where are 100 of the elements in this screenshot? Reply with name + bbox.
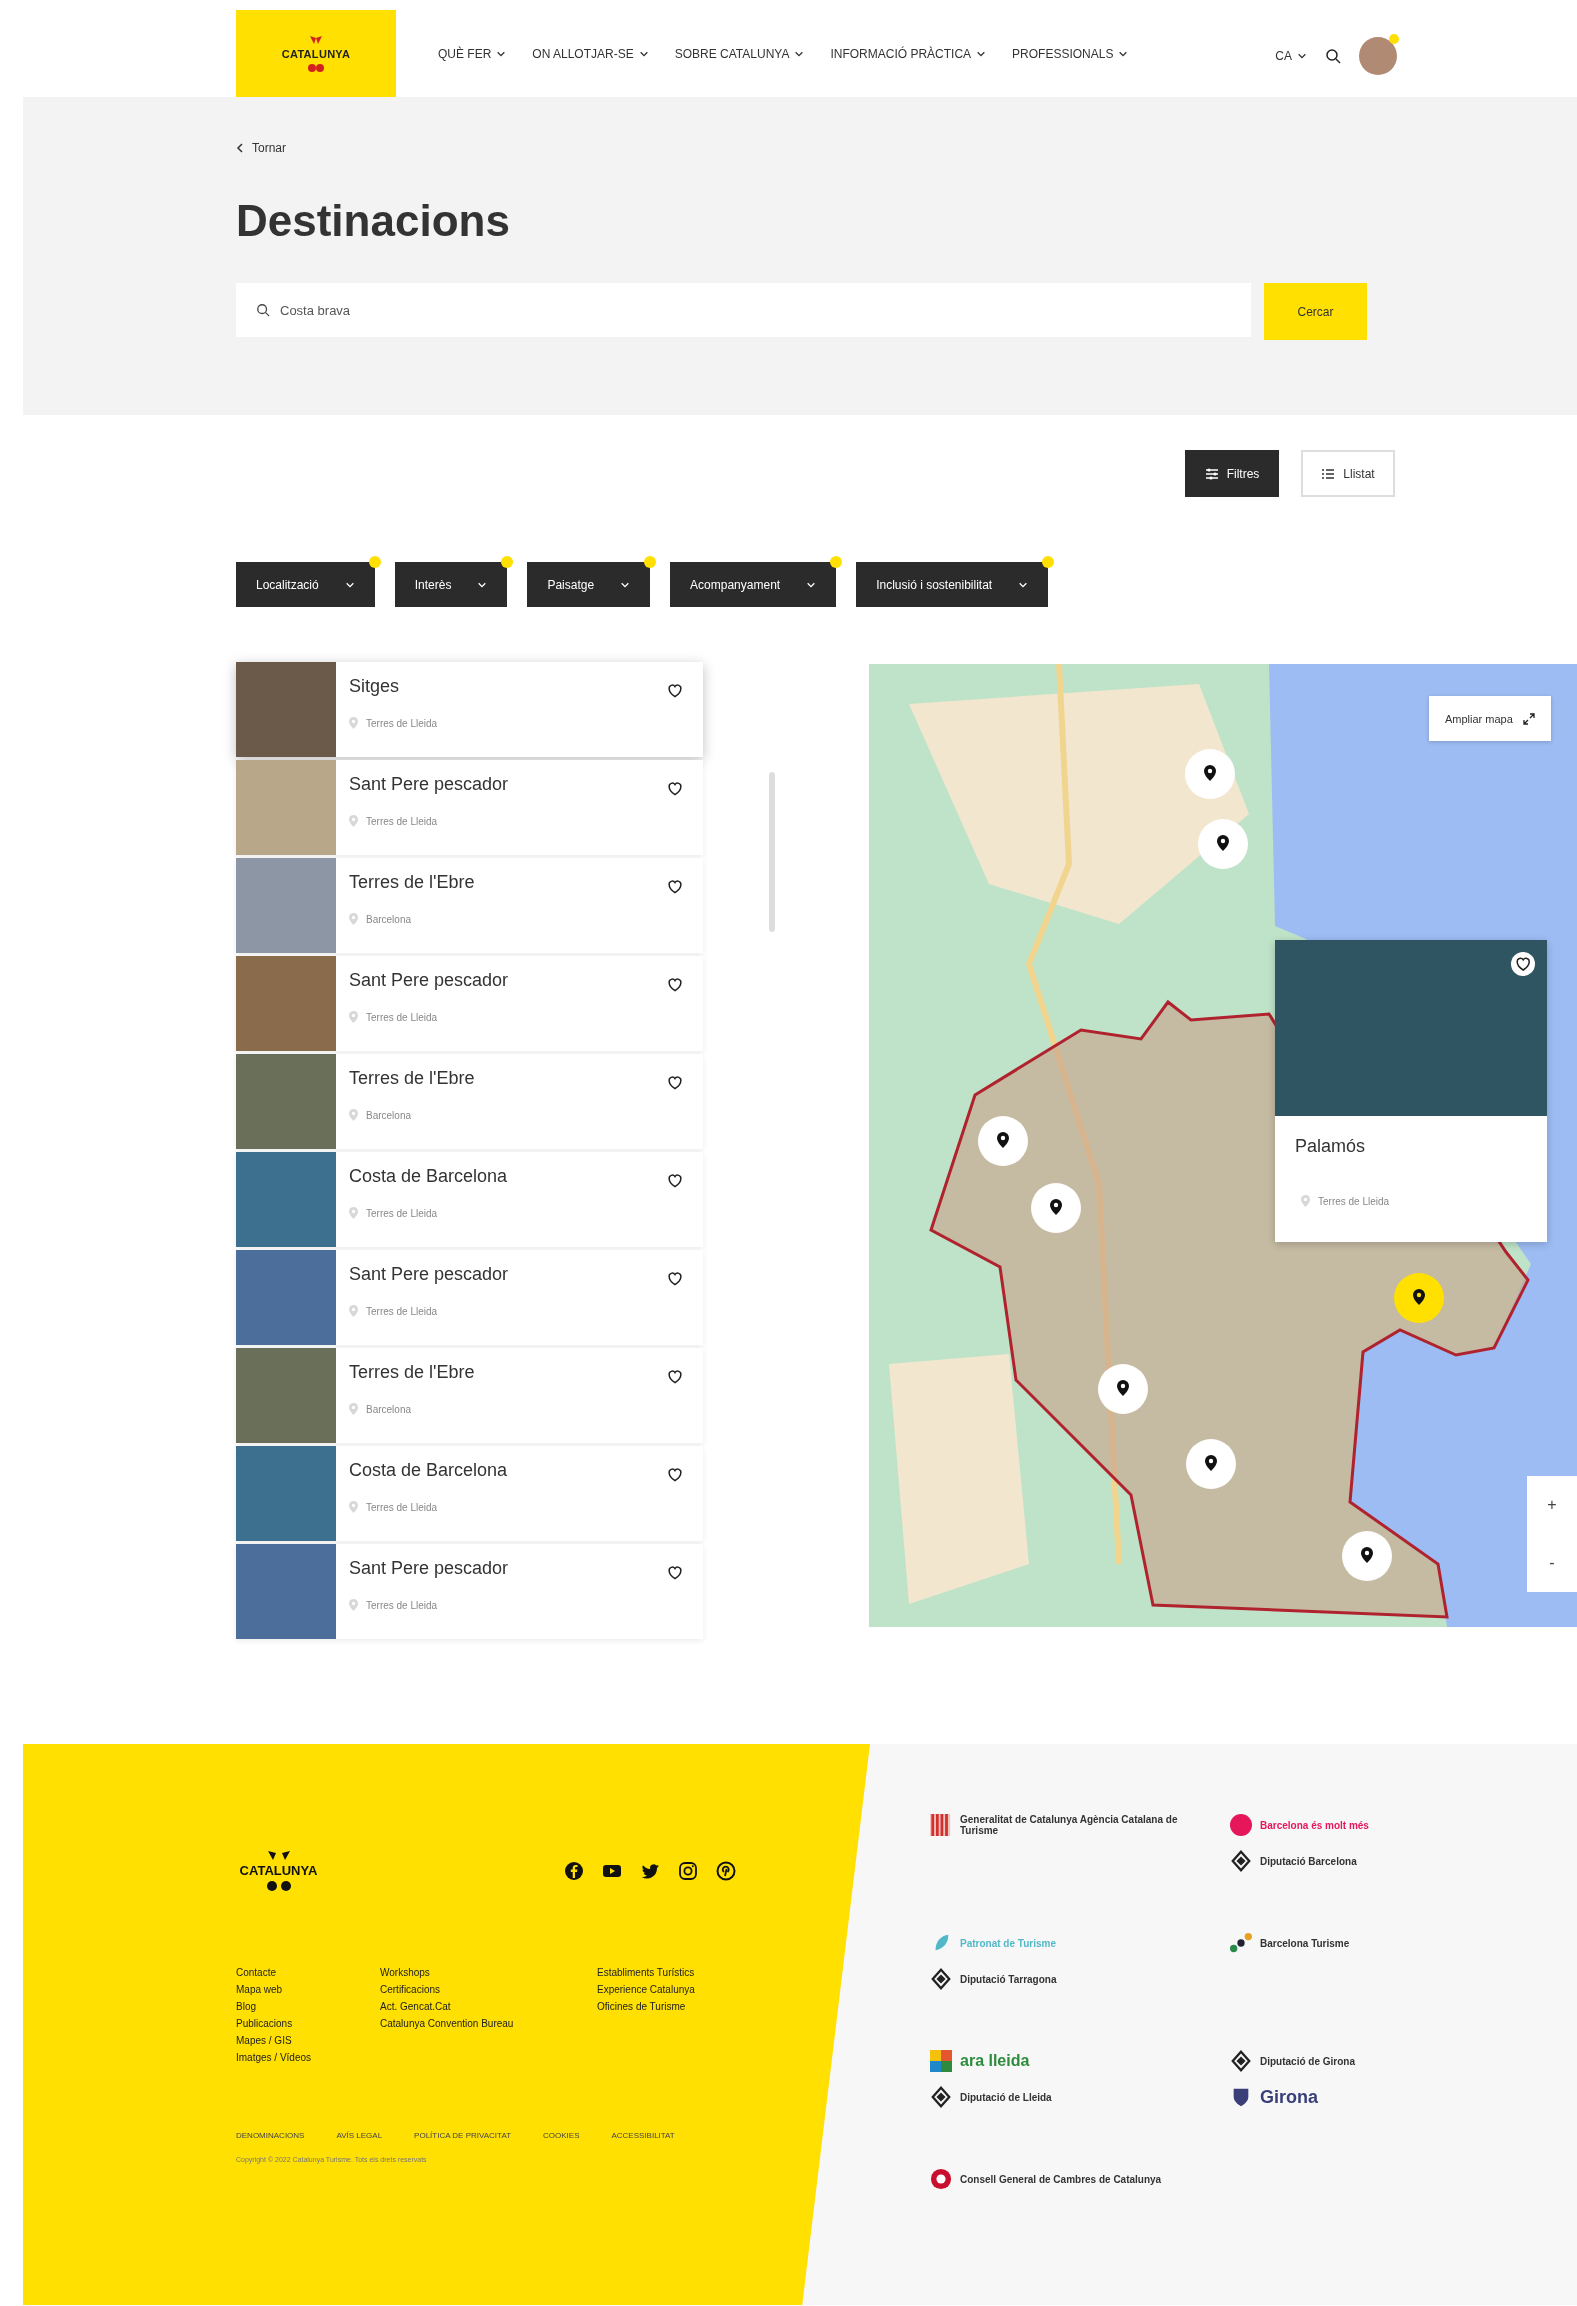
caret-icon: [638, 49, 649, 59]
camera-icon[interactable]: [678, 1860, 698, 1881]
filter-dropdown[interactable]: Interès: [394, 562, 508, 607]
result-card[interactable]: Terres de l'Ebre Barcelona: [236, 1348, 703, 1443]
footer-link[interactable]: Mapa web: [236, 1984, 380, 1995]
badge-dot: [501, 556, 514, 568]
result-card[interactable]: Costa de Barcelona Terres de Lleida: [236, 1446, 703, 1541]
page-title: Destinacions: [236, 199, 511, 243]
pin-board-icon[interactable]: [716, 1860, 736, 1881]
footer-link[interactable]: Act. Gencat.Cat: [380, 2001, 597, 2012]
zoom-in-button[interactable]: +: [1541, 1495, 1563, 1515]
logo[interactable]: CATALUNYA: [236, 10, 396, 97]
result-card[interactable]: Sant Pere pescador Terres de Lleida: [236, 760, 703, 855]
search-button[interactable]: Cercar: [1264, 283, 1367, 340]
footer-link[interactable]: Imatges / Vídeos: [236, 2052, 380, 2063]
search-field[interactable]: Costa brava: [236, 283, 1251, 337]
map-pin[interactable]: [978, 1116, 1028, 1166]
map-pin[interactable]: [1031, 1183, 1081, 1233]
result-card[interactable]: Costa de Barcelona Terres de Lleida: [236, 1152, 703, 1247]
filter-dropdown[interactable]: Localització: [236, 562, 375, 607]
partner-logo[interactable]: Consell General de Cambres de Catalunya: [930, 2168, 1230, 2190]
expand-map-button[interactable]: Ampliar mapa: [1429, 696, 1551, 741]
map-pin[interactable]: [1198, 819, 1248, 869]
partner-logo[interactable]: Diputació Tarragona: [930, 1968, 1230, 1990]
map-pin[interactable]: [1394, 1273, 1444, 1323]
legal-link[interactable]: COOKIES: [543, 2131, 580, 2140]
logo-text: Consell General de Cambres de Catalunya: [960, 2173, 1162, 2185]
logo-text: CATALUNYA: [239, 1863, 318, 1878]
result-title: Sant Pere pescador: [349, 774, 510, 795]
dots-icon: [1230, 1932, 1252, 1954]
footer-link[interactable]: Oficines de Turisme: [597, 2001, 695, 2012]
logo-text: Barcelona Turisme: [1260, 1937, 1350, 1949]
legal-link[interactable]: ACCESSIBILITAT: [611, 2131, 675, 2140]
result-card[interactable]: Sant Pere pescador Terres de Lleida: [236, 956, 703, 1051]
result-card[interactable]: Terres de l'Ebre Barcelona: [236, 1054, 703, 1149]
map-pin[interactable]: [1186, 1439, 1236, 1489]
partner-logo[interactable]: Girona: [1230, 2086, 1490, 2108]
result-card[interactable]: Sant Pere pescador Terres de Lleida: [236, 1544, 703, 1639]
map-pin[interactable]: [1342, 1531, 1392, 1581]
filter-dropdown[interactable]: Inclusió i sostenibilitat: [856, 562, 1049, 607]
location-pin-icon: [349, 1403, 358, 1415]
map-pin[interactable]: [1098, 1364, 1148, 1414]
search-icon: [256, 303, 270, 317]
place-card[interactable]: Palamós Terres de Lleida: [1275, 940, 1547, 1242]
nav-link[interactable]: PROFESSIONALS: [1012, 47, 1129, 61]
scrollbar[interactable]: [769, 772, 775, 932]
view-button[interactable]: Llistat: [1301, 450, 1395, 497]
chevron-left-icon: [236, 143, 244, 153]
partner-logo[interactable]: Diputació Barcelona: [1230, 1850, 1490, 1872]
partner-logo[interactable]: ara lleida: [930, 2050, 1230, 2072]
filter-dropdown[interactable]: Paisatge: [527, 562, 651, 607]
view-button[interactable]: Filtres: [1185, 450, 1279, 497]
partner-logo[interactable]: Diputació de Girona: [1230, 2050, 1490, 2072]
shield-icon: [930, 2086, 952, 2108]
result-location: Barcelona: [366, 1403, 412, 1415]
caret-icon: [1118, 49, 1129, 59]
partner-logo[interactable]: Barcelona és molt més: [1230, 1814, 1490, 1836]
footer-link[interactable]: Mapes / GIS: [236, 2035, 380, 2046]
nav-link[interactable]: QUÈ FER: [438, 47, 507, 61]
badge-dot: [644, 556, 657, 568]
search-icon[interactable]: [1325, 48, 1341, 64]
filter-dropdown[interactable]: Acompanyament: [670, 562, 837, 607]
footer-link[interactable]: Certificacions: [380, 1984, 597, 1995]
legal-link[interactable]: POLÍTICA DE PRIVACITAT: [414, 2131, 511, 2140]
puzzle-icon: [930, 2050, 952, 2072]
footer-link[interactable]: Publicacions: [236, 2018, 380, 2029]
footer-link[interactable]: Establiments Turístics: [597, 1967, 695, 1978]
facebook-icon[interactable]: [564, 1860, 584, 1881]
partner-logo[interactable]: Diputació de Lleida: [930, 2086, 1230, 2108]
result-title: Costa de Barcelona: [349, 1460, 509, 1481]
expand-icon: [1522, 712, 1535, 725]
nav-link[interactable]: ON ALLOTJAR-SE: [532, 47, 649, 61]
result-location: Terres de Lleida: [366, 1501, 438, 1513]
footer-link[interactable]: Catalunya Convention Bureau: [380, 2018, 597, 2029]
footer-link[interactable]: Workshops: [380, 1967, 597, 1978]
footer-logo[interactable]: CATALUNYA: [236, 1849, 321, 1892]
caret-icon: [794, 49, 805, 59]
footer-link[interactable]: Experience Catalunya: [597, 1984, 695, 1995]
partner-logo[interactable]: Generalitat de Catalunya Agència Catalana de Turisme: [930, 1814, 1230, 1836]
nav-link[interactable]: INFORMACIÓ PRÀCTICA: [830, 47, 987, 61]
result-card[interactable]: Sant Pere pescador Terres de Lleida: [236, 1250, 703, 1345]
footer-link[interactable]: Contacte: [236, 1967, 380, 1978]
result-card[interactable]: Sitges Terres de Lleida: [236, 662, 703, 757]
footer-link[interactable]: Blog: [236, 2001, 380, 2012]
legal-link[interactable]: DENOMINACIONS: [236, 2131, 305, 2140]
place-title: Palamós: [1294, 1135, 1367, 1157]
result-card[interactable]: Terres de l'Ebre Barcelona: [236, 858, 703, 953]
map-pin[interactable]: [1185, 749, 1235, 799]
partner-logo[interactable]: Barcelona Turisme: [1230, 1932, 1490, 1954]
back-link[interactable]: Tornar: [236, 141, 286, 155]
legal-link[interactable]: AVÍS LEGAL: [336, 2131, 383, 2140]
logo-text: Diputació Barcelona: [1260, 1855, 1357, 1867]
zoom-out-button[interactable]: -: [1543, 1553, 1561, 1573]
avatar[interactable]: [1359, 37, 1397, 75]
nav-link[interactable]: SOBRE CATALUNYA: [674, 47, 805, 61]
language-selector[interactable]: CA: [1275, 49, 1307, 63]
logo-text: Diputació de Girona: [1260, 2055, 1355, 2067]
stripes-icon: [930, 1814, 952, 1836]
place-location: Terres de Lleida: [1318, 1195, 1390, 1207]
logo-mark-icon: [308, 61, 324, 74]
